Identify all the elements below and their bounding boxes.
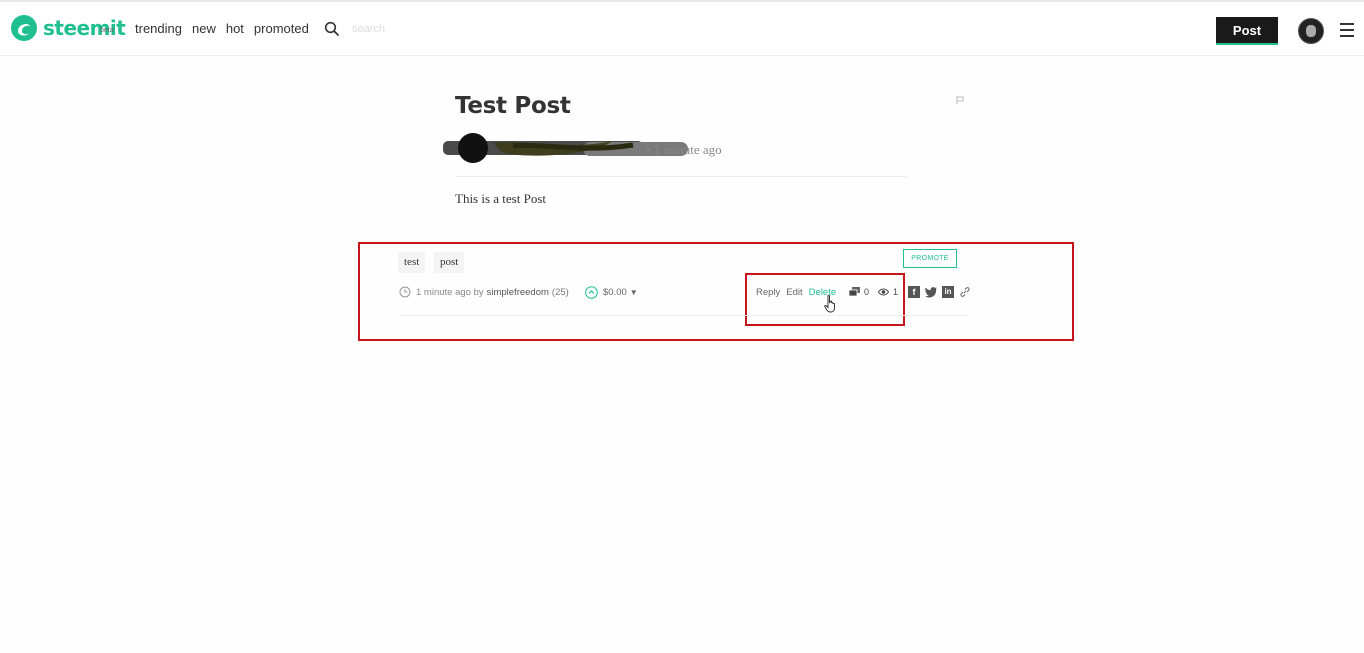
caret-down-icon[interactable]: ▼ (630, 288, 638, 297)
hand-cursor-icon (824, 295, 835, 313)
steemit-logo-icon (11, 15, 37, 41)
twitter-icon[interactable] (925, 286, 937, 298)
share-icons: f in (908, 286, 971, 298)
linkedin-icon[interactable]: in (942, 286, 954, 298)
post-title: Test Post (455, 93, 571, 119)
meta-time: 1 minute ago by (416, 286, 484, 298)
post-button[interactable]: Post (1216, 17, 1278, 45)
clock-icon (399, 286, 411, 298)
user-avatar[interactable] (1298, 18, 1324, 44)
payout-value[interactable]: $0.00 (603, 287, 627, 298)
tag-post[interactable]: post (434, 252, 465, 273)
facebook-icon[interactable]: f (908, 286, 920, 298)
nav-promoted[interactable]: promoted (254, 21, 309, 36)
top-bar: steemit beta trending new hot promoted P… (0, 0, 1364, 56)
flag-icon[interactable] (956, 96, 964, 104)
nav-hot[interactable]: hot (226, 21, 244, 36)
nav-trending[interactable]: trending (135, 21, 182, 36)
link-icon[interactable] (959, 286, 971, 298)
search-input[interactable] (352, 19, 492, 39)
promote-button[interactable]: PROMOTE (903, 249, 957, 268)
post-time: • 1 minute ago (646, 142, 722, 157)
vote-area: $0.00 ▼ (585, 286, 638, 299)
search-icon[interactable] (324, 21, 340, 37)
main-nav: trending new hot promoted (135, 21, 309, 36)
tag-test[interactable]: test (398, 252, 426, 273)
beta-badge: beta (100, 27, 114, 34)
hamburger-menu-icon[interactable] (1340, 23, 1354, 37)
meta-author[interactable]: simplefreedom (487, 287, 549, 298)
title-divider (455, 176, 907, 177)
post-meta: 1 minute ago by simplefreedom (25) (399, 286, 569, 298)
footer-divider (399, 315, 967, 316)
nav-new[interactable]: new (192, 21, 216, 36)
upvote-icon[interactable] (585, 286, 598, 299)
meta-reputation: (25) (551, 286, 569, 298)
post-body: This is a test Post (455, 191, 547, 206)
